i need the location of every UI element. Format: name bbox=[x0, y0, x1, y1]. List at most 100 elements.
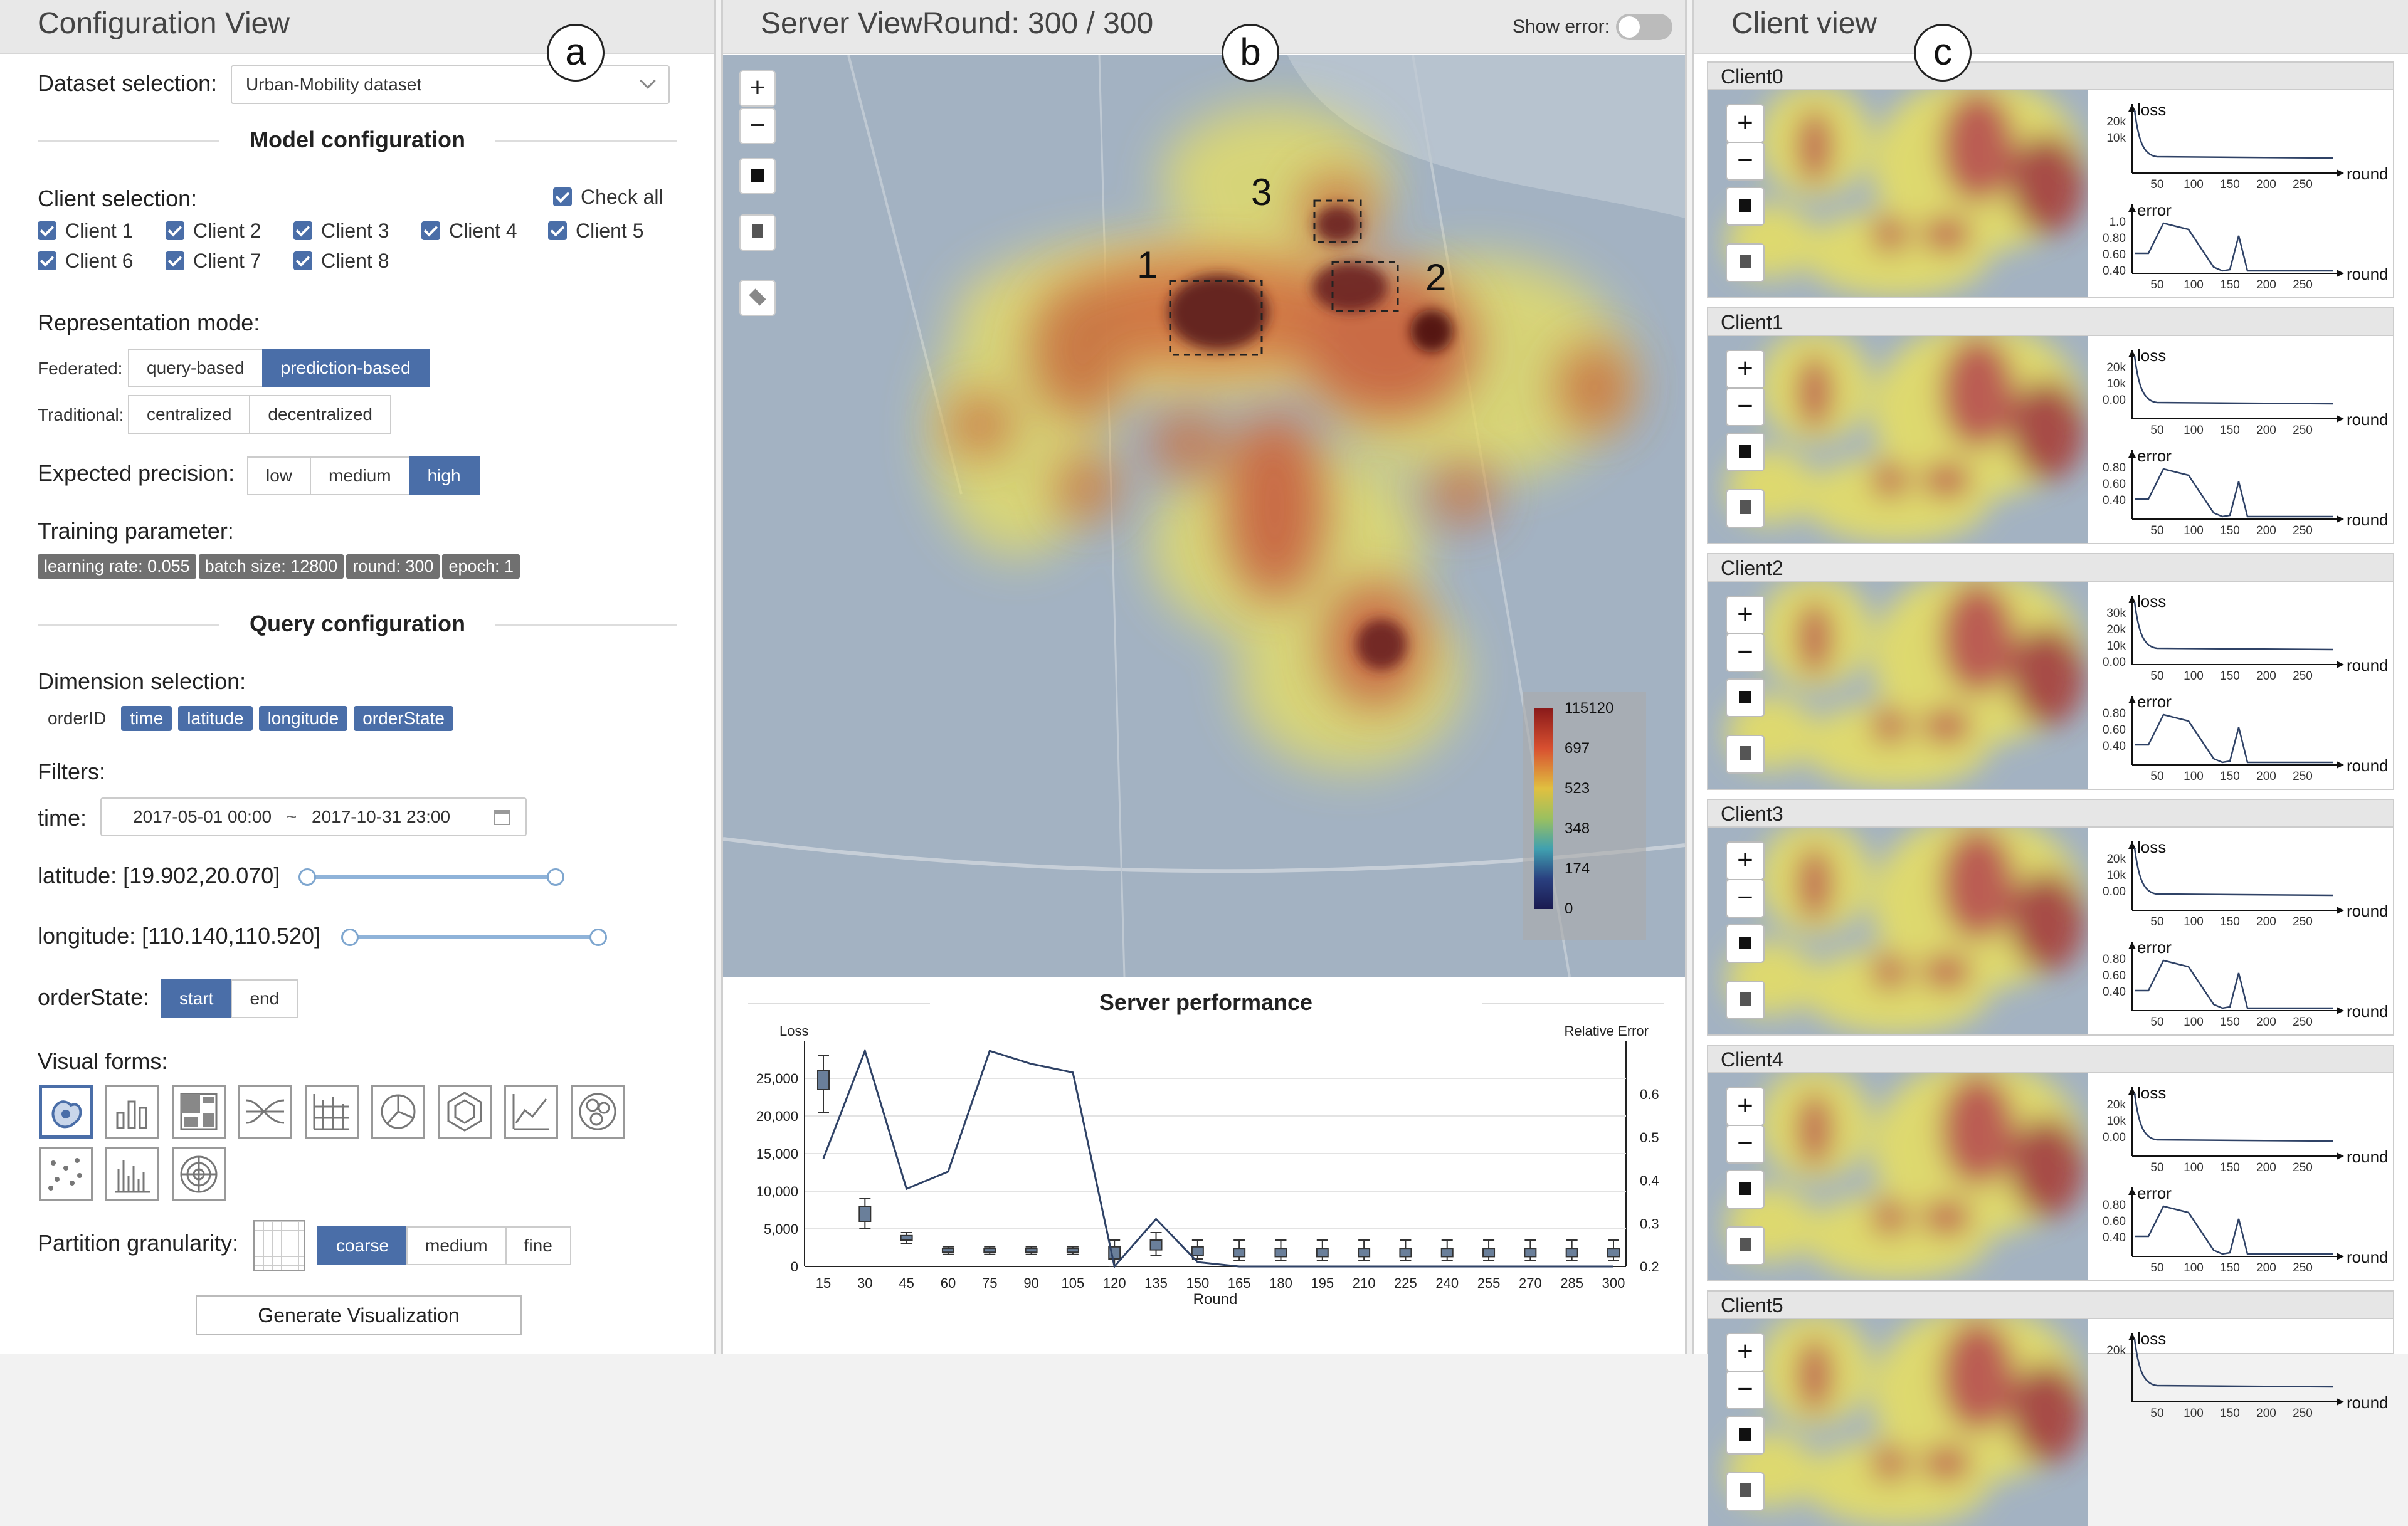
client-delete-button[interactable] bbox=[1726, 489, 1765, 528]
generate-visualization-button[interactable]: Generate Visualization bbox=[196, 1295, 522, 1335]
parallel-lines-icon[interactable] bbox=[238, 1085, 292, 1139]
blob-map-icon[interactable] bbox=[39, 1085, 93, 1139]
loss-box bbox=[1440, 1239, 1454, 1261]
client-card-title: Client5 bbox=[1708, 1292, 2393, 1319]
client-heatmap[interactable] bbox=[1708, 582, 2088, 789]
x-tick-label: 255 bbox=[1477, 1275, 1501, 1291]
decentralized-option[interactable]: decentralized bbox=[249, 395, 391, 434]
client-delete-button[interactable] bbox=[1726, 1226, 1765, 1265]
client-zoom-out-button[interactable]: − bbox=[1726, 633, 1765, 672]
time-separator: ~ bbox=[286, 807, 297, 826]
delete-button[interactable] bbox=[739, 214, 776, 251]
pie-chart-icon[interactable] bbox=[371, 1085, 425, 1139]
client-checkbox-8[interactable]: Client 8 bbox=[293, 250, 389, 273]
longitude-max-handle[interactable] bbox=[589, 929, 607, 946]
bubble-icon[interactable] bbox=[571, 1085, 625, 1139]
latitude-max-handle[interactable] bbox=[547, 868, 564, 886]
query-based-option[interactable]: query-based bbox=[128, 349, 263, 387]
mini-y-tick: 0.80 bbox=[2103, 232, 2126, 245]
client-heatmap[interactable] bbox=[1708, 1073, 2088, 1280]
client-checkbox-label: Client 4 bbox=[449, 219, 517, 242]
dim-longitude[interactable]: longitude bbox=[258, 706, 348, 731]
hexagon-icon[interactable] bbox=[438, 1085, 492, 1139]
longitude-min-handle[interactable] bbox=[341, 929, 359, 946]
legend-label: 523 bbox=[1565, 780, 1590, 797]
dim-orderstate[interactable]: orderState bbox=[354, 706, 453, 731]
client-checkbox-7[interactable]: Client 7 bbox=[166, 250, 261, 273]
layers-button[interactable] bbox=[739, 280, 776, 316]
checkbox-icon bbox=[38, 251, 56, 270]
client-zoom-out-button[interactable]: − bbox=[1726, 387, 1765, 426]
client-zoom-in-button[interactable]: + bbox=[1726, 104, 1765, 143]
scatter-icon[interactable] bbox=[39, 1147, 93, 1201]
square-select-button[interactable] bbox=[739, 158, 776, 194]
client-delete-button[interactable] bbox=[1726, 981, 1765, 1019]
client-heatmap[interactable] bbox=[1708, 1319, 2088, 1526]
client-select-button[interactable] bbox=[1726, 924, 1765, 963]
client-delete-button[interactable] bbox=[1726, 1472, 1765, 1511]
dim-latitude[interactable]: latitude bbox=[178, 706, 253, 731]
show-error-toggle[interactable] bbox=[1616, 14, 1672, 40]
error-chart: error round 50 100 150 200 250 1.0 0.80 0.60 0.40 bbox=[2103, 201, 2388, 292]
dim-time[interactable]: time bbox=[121, 706, 172, 731]
check-all-checkbox[interactable]: Check all bbox=[553, 186, 663, 209]
mini-x-tick: 50 bbox=[2150, 915, 2163, 929]
precision-low[interactable]: low bbox=[247, 456, 312, 495]
client-checkbox-3[interactable]: Client 3 bbox=[293, 219, 389, 243]
client-zoom-out-button[interactable]: − bbox=[1726, 1125, 1765, 1164]
mini-x-tick: 150 bbox=[2220, 424, 2240, 437]
client-select-button[interactable] bbox=[1726, 433, 1765, 471]
client-zoom-in-button[interactable]: + bbox=[1726, 1333, 1765, 1372]
bar-chart-icon[interactable] bbox=[105, 1085, 159, 1139]
client-checkbox-4[interactable]: Client 4 bbox=[421, 219, 517, 243]
client-heatmap[interactable] bbox=[1708, 828, 2088, 1034]
client-delete-button[interactable] bbox=[1726, 243, 1765, 282]
client-zoom-in-button[interactable]: + bbox=[1726, 1087, 1765, 1126]
client-checkbox-5[interactable]: Client 5 bbox=[548, 219, 644, 243]
partition-fine[interactable]: fine bbox=[505, 1226, 571, 1265]
client-zoom-in-button[interactable]: + bbox=[1726, 841, 1765, 880]
client-select-button[interactable] bbox=[1726, 1416, 1765, 1455]
zoom-out-button[interactable]: − bbox=[739, 108, 776, 144]
client-select-button[interactable] bbox=[1726, 1170, 1765, 1209]
zoom-in-button[interactable]: + bbox=[739, 70, 776, 107]
treemap-icon[interactable] bbox=[172, 1085, 226, 1139]
box-body bbox=[941, 1248, 954, 1253]
radial-icon[interactable] bbox=[172, 1147, 226, 1201]
client-delete-button[interactable] bbox=[1726, 735, 1765, 774]
client-zoom-out-button[interactable]: − bbox=[1726, 142, 1765, 181]
latitude-slider[interactable] bbox=[298, 868, 564, 886]
latitude-min-handle[interactable] bbox=[298, 868, 316, 886]
client-select-button[interactable] bbox=[1726, 678, 1765, 717]
x-tick-label: 300 bbox=[1602, 1275, 1625, 1291]
client-zoom-out-button[interactable]: − bbox=[1726, 1371, 1765, 1409]
partition-medium[interactable]: medium bbox=[406, 1226, 507, 1265]
client-select-button[interactable] bbox=[1726, 187, 1765, 226]
dim-orderid[interactable]: orderID bbox=[48, 706, 115, 731]
mini-y-tick: 0.80 bbox=[2103, 707, 2126, 720]
grid-chart-icon[interactable] bbox=[305, 1085, 359, 1139]
line-chart-icon[interactable] bbox=[504, 1085, 558, 1139]
partition-coarse[interactable]: coarse bbox=[317, 1226, 408, 1265]
mini-y-tick: 0.60 bbox=[2103, 248, 2126, 261]
dataset-select[interactable]: Urban-Mobility dataset bbox=[231, 65, 670, 104]
client-heatmap[interactable] bbox=[1708, 90, 2088, 297]
prediction-based-option[interactable]: prediction-based bbox=[261, 349, 430, 387]
server-heatmap[interactable]: 1 2 3 + − 115120 697 523 348 174 0 bbox=[723, 55, 1685, 977]
state-start[interactable]: start bbox=[161, 979, 233, 1018]
precision-medium[interactable]: medium bbox=[310, 456, 410, 495]
client-checkbox-2[interactable]: Client 2 bbox=[166, 219, 261, 243]
client-zoom-in-button[interactable]: + bbox=[1726, 350, 1765, 389]
loss-chart: loss round 50 100 150 200 250 20k bbox=[2106, 1329, 2388, 1420]
time-range-input[interactable]: 2017-05-01 00:00 ~ 2017-10-31 23:00 bbox=[100, 797, 527, 836]
centralized-option[interactable]: centralized bbox=[128, 395, 251, 434]
histogram-icon[interactable] bbox=[105, 1147, 159, 1201]
client-heatmap[interactable] bbox=[1708, 336, 2088, 543]
state-end[interactable]: end bbox=[231, 979, 298, 1018]
client-zoom-out-button[interactable]: − bbox=[1726, 879, 1765, 918]
client-checkbox-1[interactable]: Client 1 bbox=[38, 219, 134, 243]
client-zoom-in-button[interactable]: + bbox=[1726, 596, 1765, 634]
precision-high[interactable]: high bbox=[408, 456, 480, 495]
client-checkbox-6[interactable]: Client 6 bbox=[38, 250, 134, 273]
longitude-slider[interactable] bbox=[341, 929, 607, 946]
